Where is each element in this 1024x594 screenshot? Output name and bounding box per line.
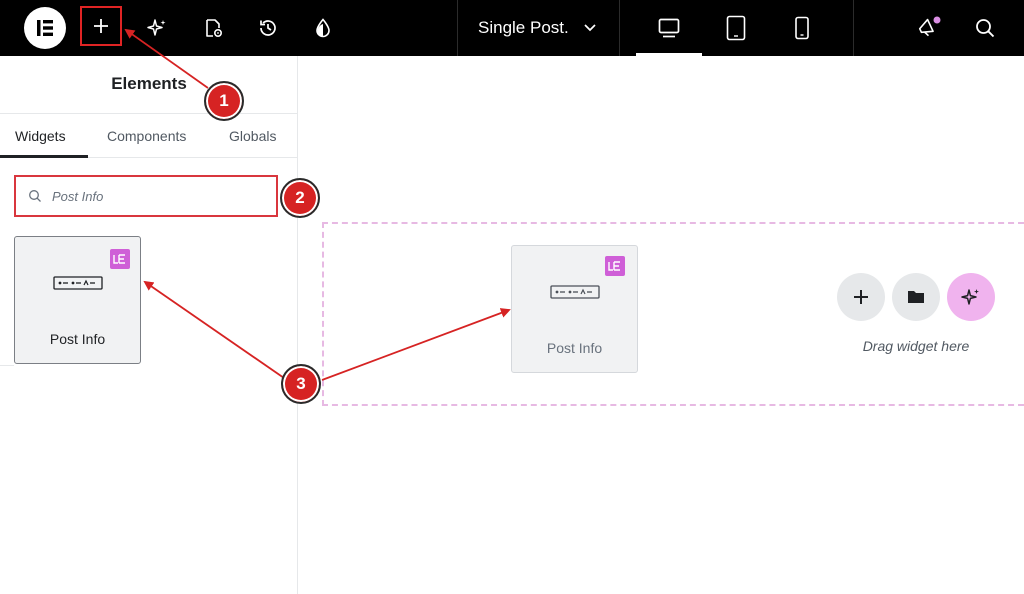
page-settings-icon <box>206 19 223 38</box>
elements-panel: Elements Widgets Components Globals Post… <box>0 56 298 594</box>
toolbar-divider <box>457 0 458 56</box>
search-icon <box>976 19 995 38</box>
add-element-button[interactable] <box>80 6 122 46</box>
drag-widget-hint: Drag widget here <box>862 338 970 354</box>
tablet-icon <box>726 15 746 41</box>
template-folder-icon <box>908 291 924 303</box>
search-button[interactable] <box>968 0 1002 56</box>
search-input[interactable] <box>52 188 252 204</box>
divider <box>0 365 14 366</box>
search-icon <box>29 190 41 202</box>
panel-header: Elements <box>0 56 298 114</box>
elementor-logo-icon[interactable] <box>24 7 66 49</box>
device-mobile-button[interactable] <box>769 0 835 56</box>
tab-components[interactable]: Components <box>107 114 186 158</box>
toolbar-divider <box>853 0 854 56</box>
add-template-button[interactable] <box>892 273 940 321</box>
dragged-widget-post-info[interactable]: Post Info <box>511 245 638 373</box>
history-icon <box>260 20 276 36</box>
post-info-icon <box>550 285 600 299</box>
tab-globals[interactable]: Globals <box>229 114 276 158</box>
tab-widgets[interactable]: Widgets <box>15 114 66 158</box>
toolbar-divider <box>619 0 620 56</box>
post-info-icon <box>53 276 103 290</box>
announcements-icon <box>918 16 941 37</box>
pro-badge-icon <box>605 256 625 276</box>
pro-badge-icon <box>110 249 130 269</box>
active-tab-indicator <box>0 155 88 158</box>
annotation-badge-3: 3 <box>281 364 321 404</box>
announcements-button[interactable] <box>912 0 946 56</box>
annotation-badge-1: 1 <box>204 81 244 121</box>
desktop-icon <box>658 18 680 38</box>
device-desktop-button[interactable] <box>636 0 702 56</box>
widget-label: Post Info <box>49 331 106 347</box>
document-title-dropdown[interactable]: Single Post. <box>478 0 597 56</box>
widget-label: Post Info <box>546 340 603 356</box>
ai-sparkle-icon <box>961 289 979 305</box>
annotation-badge-2: 2 <box>280 178 320 218</box>
add-section-icon <box>854 290 868 304</box>
page-settings-button[interactable] <box>196 0 230 56</box>
ai-button[interactable] <box>140 0 174 56</box>
widget-search[interactable] <box>14 175 278 217</box>
add-section-button[interactable] <box>837 273 885 321</box>
widget-post-info[interactable]: Post Info <box>14 236 141 364</box>
panel-title: Elements <box>111 74 187 93</box>
panel-tabs: Widgets Components Globals <box>0 114 298 158</box>
ai-sparkle-icon <box>147 19 166 36</box>
document-title: Single Post. <box>478 18 569 37</box>
site-settings-button[interactable] <box>306 0 340 56</box>
ai-generate-button[interactable] <box>947 273 995 321</box>
history-button[interactable] <box>251 0 285 56</box>
mobile-icon <box>795 16 809 40</box>
device-tablet-button[interactable] <box>703 0 769 56</box>
add-icon <box>94 19 108 33</box>
top-bar: Single Post. <box>0 0 1024 56</box>
chevron-down-icon <box>584 24 596 32</box>
site-settings-icon <box>316 18 330 38</box>
